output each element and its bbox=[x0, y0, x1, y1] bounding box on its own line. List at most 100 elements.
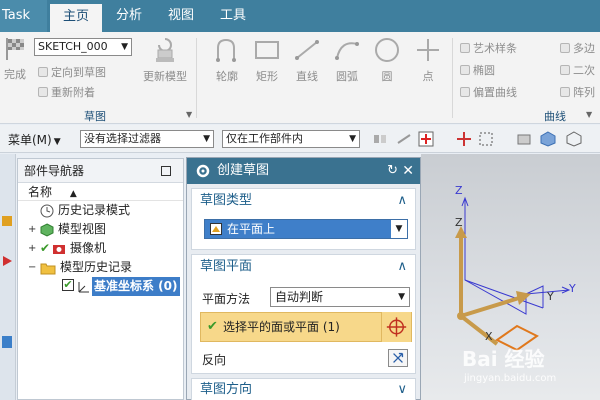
circle-button[interactable]: 圆 bbox=[368, 36, 406, 84]
offset-curve-button[interactable]: 偏置曲线 bbox=[460, 84, 517, 100]
menu-button[interactable]: 菜单(M) ▼ bbox=[8, 131, 61, 148]
cube-icon[interactable] bbox=[0, 214, 14, 228]
finish-sketch-button[interactable]: 完成 bbox=[0, 36, 30, 82]
model-view-icon bbox=[40, 223, 54, 237]
sort-up-icon: ▲ bbox=[69, 189, 77, 199]
select-plane-field[interactable]: ✔ 选择平的面或平面 (1) bbox=[200, 312, 412, 342]
plane-method-value: 自动判断 bbox=[275, 290, 324, 304]
tree-item-model-views[interactable]: + 模型视图 bbox=[18, 220, 183, 239]
polygon-icon bbox=[560, 43, 570, 53]
profile-icon bbox=[216, 38, 236, 62]
tab-tools[interactable]: 工具 bbox=[208, 0, 258, 32]
tree-item-label: 基准坐标系 (0) bbox=[92, 277, 180, 296]
expand-icon[interactable]: + bbox=[28, 220, 36, 239]
axis-label-z: Z bbox=[455, 216, 463, 229]
ellipse-button[interactable]: 椭圆 bbox=[460, 62, 495, 78]
line-icon bbox=[295, 40, 319, 60]
menu-label: 菜单(M) bbox=[8, 133, 52, 147]
chevron-up-icon: ∧ bbox=[397, 259, 407, 274]
wireframe-cube-icon[interactable] bbox=[566, 131, 582, 147]
sketch-type-header[interactable]: 草图类型 ∧ bbox=[192, 189, 415, 213]
arc-icon bbox=[335, 42, 359, 60]
point-button[interactable]: 点 bbox=[408, 36, 448, 84]
tree-item-model-history[interactable]: − 模型历史记录 bbox=[18, 258, 183, 277]
axis-label-y: Y bbox=[546, 290, 554, 303]
column-header-name[interactable]: 名称 ▲ bbox=[18, 183, 183, 201]
select-plane-label: 选择平的面或平面 (1) bbox=[223, 320, 340, 334]
tree-item-datum-csys[interactable]: ✔ 基准坐标系 (0) bbox=[18, 277, 183, 296]
ribbon-separator bbox=[196, 38, 197, 118]
circle-icon bbox=[375, 38, 399, 62]
pattern-button[interactable]: 阵列 bbox=[560, 84, 595, 100]
target-icon[interactable] bbox=[381, 312, 411, 342]
tree-item-history-mode[interactable]: 历史记录模式 bbox=[18, 201, 183, 220]
polygon-label: 多边 bbox=[573, 42, 595, 55]
gear-icon[interactable] bbox=[195, 163, 211, 179]
reattach-button[interactable]: 重新附着 bbox=[38, 84, 95, 100]
resource-bar bbox=[0, 154, 16, 400]
tab-view[interactable]: 视图 bbox=[156, 0, 206, 32]
circle-label: 圆 bbox=[381, 70, 393, 83]
sketch-plane-header[interactable]: 草图平面 ∧ bbox=[192, 255, 415, 279]
chevron-down-icon: ▼ bbox=[53, 137, 61, 147]
folder-icon bbox=[40, 263, 56, 275]
tree-item-label: 模型历史记录 bbox=[60, 260, 133, 274]
expand-icon[interactable]: + bbox=[28, 239, 36, 258]
point-label: 点 bbox=[422, 70, 434, 83]
spline-button[interactable]: 艺术样条 bbox=[460, 40, 517, 56]
type-filter-select[interactable]: 没有选择过滤器 ▼ bbox=[80, 130, 214, 148]
maximize-icon[interactable] bbox=[161, 166, 171, 176]
sketch-orientation-heading: 草图方向 bbox=[200, 382, 253, 397]
reverse-direction-icon[interactable] bbox=[388, 349, 408, 367]
fit-view-icon[interactable] bbox=[516, 131, 532, 147]
conic-button[interactable]: 二次 bbox=[560, 62, 595, 78]
box-select-icon[interactable] bbox=[478, 131, 494, 147]
dialog-title: 创建草图 bbox=[217, 163, 270, 178]
chevron-down-icon: ∨ bbox=[397, 382, 407, 397]
ellipse-icon bbox=[460, 65, 470, 75]
measure-icon[interactable] bbox=[396, 131, 412, 147]
flag-icon[interactable] bbox=[0, 254, 14, 268]
reset-icon[interactable]: ↻ bbox=[387, 158, 398, 184]
profile-label: 轮廓 bbox=[216, 70, 238, 83]
create-sketch-dialog: 创建草图 ↻ ✕ 草图类型 ∧ 在平面上 ▼ 草图平面 ∧ 平面方法 自动判断 … bbox=[186, 157, 421, 400]
update-model-button[interactable]: 更新模型 bbox=[140, 36, 190, 84]
shaded-cube-icon[interactable] bbox=[540, 131, 556, 147]
column-name-label: 名称 bbox=[28, 185, 53, 199]
pattern-icon bbox=[560, 87, 570, 97]
select-point-icon[interactable] bbox=[418, 131, 434, 147]
pattern-label: 阵列 bbox=[573, 86, 595, 99]
scope-select[interactable]: 仅在工作部件内 ▼ bbox=[222, 130, 360, 148]
app-tab[interactable]: Task bbox=[0, 0, 47, 32]
tree-item-cameras[interactable]: + ✔ 摄像机 bbox=[18, 239, 183, 258]
reattach-icon bbox=[38, 87, 48, 97]
profile-button[interactable]: 轮廓 bbox=[208, 36, 246, 84]
tab-analysis[interactable]: 分析 bbox=[104, 0, 154, 32]
chevron-down-icon[interactable]: ▼ bbox=[186, 110, 192, 119]
sketch-name-select[interactable]: SKETCH_000 ▼ bbox=[34, 38, 132, 56]
ribbon: 完成 SKETCH_000 ▼ 定向到草图 重新附着 更新模型 轮廓 矩形 直线… bbox=[0, 32, 600, 124]
close-icon[interactable]: ✕ bbox=[402, 158, 414, 184]
sketch-type-heading: 草图类型 bbox=[200, 193, 253, 208]
scope-value: 仅在工作部件内 bbox=[226, 132, 303, 145]
orient-to-sketch-button[interactable]: 定向到草图 bbox=[38, 64, 106, 80]
line-button[interactable]: 直线 bbox=[288, 36, 326, 84]
sketch-type-select[interactable]: 在平面上 ▼ bbox=[204, 219, 408, 239]
plane-method-select[interactable]: 自动判断 ▼ bbox=[270, 287, 410, 307]
polygon-button[interactable]: 多边 bbox=[560, 40, 595, 56]
watermark-logo: Bai 经验 bbox=[462, 347, 545, 371]
check-icon[interactable]: ✔ bbox=[40, 239, 50, 258]
snap-icon[interactable] bbox=[372, 131, 388, 147]
arc-button[interactable]: 圆弧 bbox=[328, 36, 366, 84]
library-icon[interactable] bbox=[0, 334, 14, 350]
chevron-down-icon[interactable]: ▼ bbox=[586, 110, 592, 119]
update-model-icon bbox=[156, 38, 174, 62]
reverse-label: 反向 bbox=[202, 353, 227, 367]
collapse-icon[interactable]: − bbox=[28, 258, 36, 277]
rectangle-button[interactable]: 矩形 bbox=[248, 36, 286, 84]
finish-flag-icon bbox=[6, 38, 24, 60]
checkbox-checked-icon[interactable]: ✔ bbox=[62, 279, 74, 291]
move-icon[interactable] bbox=[456, 131, 472, 147]
sketch-orientation-header[interactable]: 草图方向 ∨ bbox=[192, 379, 415, 400]
tab-home[interactable]: 主页 bbox=[50, 4, 102, 32]
